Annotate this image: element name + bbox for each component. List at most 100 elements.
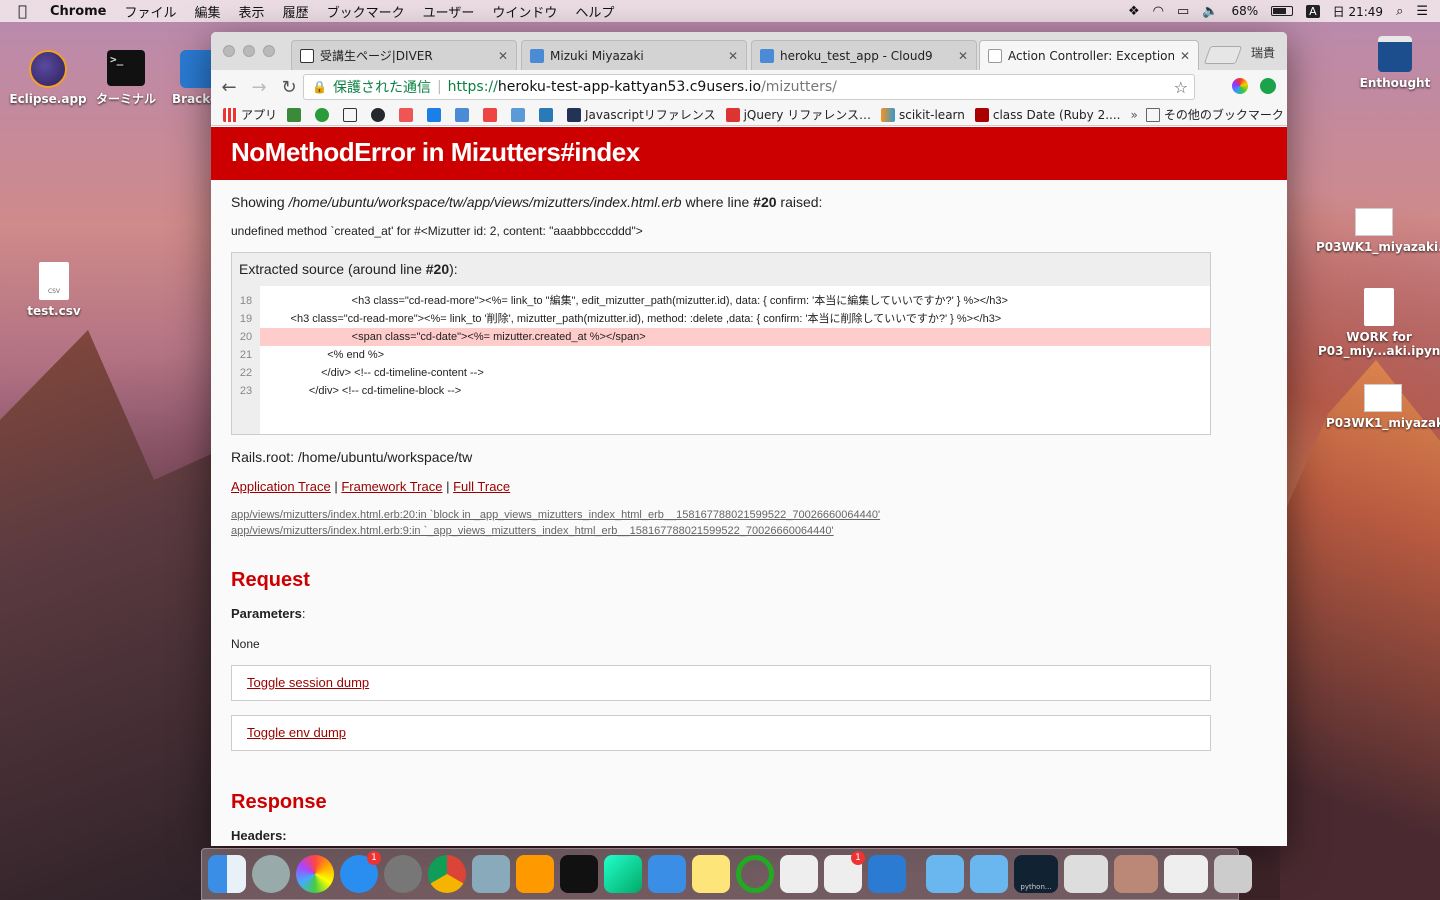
desktop-icon-ipynb[interactable]: WORK for P03_miy...aki.ipynb: [1318, 288, 1440, 358]
lock-icon[interactable]: 🔒: [312, 80, 327, 94]
bookmark-dropbox[interactable]: [427, 107, 445, 122]
tab-close-icon[interactable]: ✕: [728, 49, 738, 63]
tab-cloud9[interactable]: heroku_test_app - Cloud9 ✕: [751, 40, 977, 70]
menu-view[interactable]: 表示: [239, 2, 265, 21]
source-title: Extracted source (around line #20):: [232, 253, 1210, 286]
text-file-icon[interactable]: [780, 855, 818, 893]
bookmark-scikit-learn[interactable]: scikit-learn: [880, 107, 965, 122]
trace-line[interactable]: app/views/mizutters/index.html.erb:9:in …: [231, 525, 1267, 537]
notes-icon[interactable]: [692, 855, 730, 893]
menu-app-name[interactable]: Chrome: [50, 4, 107, 19]
bookmark-cloud9[interactable]: [455, 107, 473, 122]
desktop-icon-eclipse[interactable]: Eclipse.app: [8, 50, 88, 106]
battery-icon[interactable]: [1271, 6, 1294, 16]
pycharm-icon[interactable]: [604, 855, 642, 893]
trace-line[interactable]: app/views/mizutters/index.html.erb:20:in…: [231, 509, 1267, 521]
system-preferences-icon[interactable]: [384, 855, 422, 893]
reload-button[interactable]: ↻: [277, 77, 301, 98]
preview-icon[interactable]: [472, 855, 510, 893]
profile-name[interactable]: 瑞貴: [1251, 44, 1275, 61]
desktop-icon-test-csv[interactable]: CSV test.csv: [14, 262, 94, 318]
address-bar[interactable]: 🔒 保護された通信 | https:// heroku-test-app-kat…: [303, 74, 1195, 100]
toggle-env-dump-link[interactable]: Toggle env dump: [247, 725, 346, 740]
tab-diver[interactable]: 受講生ページ|DIVER ✕: [291, 40, 517, 70]
menu-bookmarks[interactable]: ブックマーク: [327, 2, 405, 21]
bookmark-hatena[interactable]: [483, 107, 501, 122]
desktop-icon-pdf[interactable]: P03WK1_miyazaki.pdf: [1326, 384, 1440, 430]
back-button[interactable]: ←: [217, 77, 241, 98]
desktop-icon-terminal[interactable]: >_ ターミナル: [88, 50, 164, 107]
window-thumbnail[interactable]: [1064, 855, 1108, 893]
launchpad-icon[interactable]: [252, 855, 290, 893]
close-window-button[interactable]: [223, 45, 235, 57]
bookmark-green[interactable]: [315, 107, 333, 122]
battery-percent[interactable]: 68%: [1231, 4, 1258, 18]
forward-button[interactable]: →: [247, 77, 271, 98]
bookmark-brave[interactable]: [399, 107, 417, 122]
window-thumbnail[interactable]: [1164, 855, 1208, 893]
bookmarks-overflow-chevron-icon[interactable]: »: [1131, 108, 1138, 122]
bookmark-wordpress[interactable]: [539, 107, 557, 122]
tab-close-icon[interactable]: ✕: [498, 49, 508, 63]
slack-icon[interactable]: 1: [824, 851, 865, 893]
desktop-icon-keynote[interactable]: P03WK1_miyazaki.key: [1312, 208, 1440, 254]
menu-people[interactable]: ユーザー: [423, 2, 475, 21]
downloads-folder-icon[interactable]: [970, 855, 1008, 893]
bookmark-apps[interactable]: アプリ: [223, 106, 277, 123]
wifi-icon[interactable]: ◠: [1153, 4, 1164, 19]
bookmark-chart[interactable]: [511, 107, 529, 122]
extension-green-icon[interactable]: [1260, 78, 1276, 94]
spotlight-icon[interactable]: ⌕: [1396, 4, 1403, 19]
sublime-text-icon[interactable]: [516, 855, 554, 893]
brackets-icon[interactable]: [868, 855, 906, 893]
new-tab-button[interactable]: [1203, 46, 1243, 64]
bookmark-ruby-date[interactable]: class Date (Ruby 2....: [974, 107, 1121, 122]
menu-file[interactable]: ファイル: [125, 2, 177, 21]
extension-color-icon[interactable]: [1232, 78, 1248, 94]
menu-edit[interactable]: 編集: [195, 2, 221, 21]
desktop-icon-brackets[interactable]: Bracke: [168, 50, 211, 106]
dropbox-icon[interactable]: ❖: [1128, 4, 1140, 19]
bookmark-other-folder[interactable]: その他のブックマーク: [1145, 106, 1284, 123]
airplay-icon[interactable]: ▭: [1177, 4, 1189, 19]
notification-center-icon[interactable]: ☰: [1416, 4, 1428, 19]
bookmark-star-icon[interactable]: ☆: [1174, 78, 1188, 97]
xcode-icon[interactable]: [648, 855, 686, 893]
volume-icon[interactable]: 🔈: [1202, 4, 1218, 19]
finder-icon[interactable]: [208, 855, 246, 893]
bookmark-javascript[interactable]: Javascriptリファレンス: [567, 106, 716, 123]
window-thumbnail[interactable]: [1114, 855, 1158, 893]
bookmark-diver[interactable]: [343, 107, 361, 122]
trash-icon[interactable]: [1214, 855, 1252, 893]
bookmark-github[interactable]: [371, 107, 389, 122]
tab-mizuki[interactable]: Mizuki Miyazaki ✕: [521, 40, 747, 70]
headers-label: Headers:: [231, 828, 287, 843]
bookmark-evernote[interactable]: [287, 107, 305, 122]
zoom-window-button[interactable]: [263, 45, 275, 57]
bookmark-jquery[interactable]: jQuery リファレンス…: [725, 106, 871, 123]
full-trace-link[interactable]: Full Trace: [453, 479, 510, 494]
menu-window[interactable]: ウインドウ: [492, 2, 557, 21]
app-store-icon[interactable]: 1: [340, 851, 381, 893]
desktop-icon-enthought[interactable]: Enthought: [1352, 36, 1438, 90]
toggle-session-dump-link[interactable]: Toggle session dump: [247, 675, 369, 690]
python-window-thumbnail[interactable]: python...: [1014, 855, 1058, 893]
application-trace-link[interactable]: Application Trace: [231, 479, 331, 494]
terminal-icon[interactable]: [560, 855, 598, 893]
input-method-indicator[interactable]: A: [1306, 4, 1320, 18]
cloud9-favicon: [760, 48, 774, 63]
tab-close-icon[interactable]: ✕: [958, 49, 968, 63]
tab-close-icon[interactable]: ✕: [1180, 49, 1190, 63]
tab-action-controller[interactable]: Action Controller: Exception ca ✕: [979, 40, 1199, 70]
menu-help[interactable]: ヘルプ: [575, 2, 614, 21]
desktop-icon-label: P03WK1_miyazaki.pdf: [1326, 416, 1440, 430]
clock[interactable]: 日 21:49: [1333, 3, 1383, 20]
framework-trace-link[interactable]: Framework Trace: [341, 479, 442, 494]
menu-history[interactable]: 履歴: [283, 2, 309, 21]
folder-icon[interactable]: [926, 855, 964, 893]
photos-icon[interactable]: [296, 855, 334, 893]
minimize-window-button[interactable]: [243, 45, 255, 57]
refresh-app-icon[interactable]: [736, 855, 774, 893]
chrome-icon[interactable]: [428, 855, 466, 893]
apple-menu-icon[interactable]: : [18, 3, 32, 19]
